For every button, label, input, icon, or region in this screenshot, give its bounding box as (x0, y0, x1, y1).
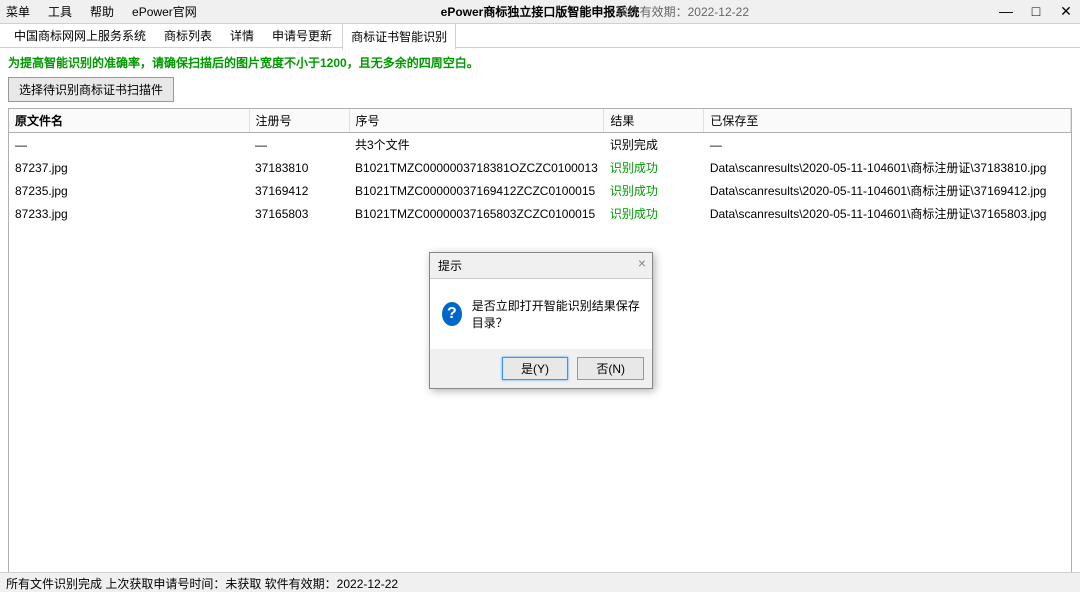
tabbar: 中国商标网网上服务系统 商标列表 详情 申请号更新 商标证书智能识别 (0, 24, 1080, 48)
table-summary-row: — — 共3个文件 识别完成 — (9, 133, 1071, 157)
table-row[interactable]: 87237.jpg 37183810 B1021TMZC000000371838… (9, 156, 1071, 179)
cell: 识别完成 (604, 133, 704, 157)
cell: 共3个文件 (349, 133, 604, 157)
cell-file: 87237.jpg (9, 156, 249, 179)
menu-group: 菜单 工具 帮助 ePower官网 (6, 3, 197, 20)
minimize-button[interactable]: — (996, 3, 1016, 20)
tab-appno-update[interactable]: 申请号更新 (264, 23, 340, 48)
toolbar: 选择待识别商标证书扫描件 (0, 77, 1080, 108)
cell-file: 87235.jpg (9, 179, 249, 202)
dialog-message: 是否立即打开智能识别结果保存目录？ (472, 297, 640, 331)
hint-text: 为提高智能识别的准确率，请确保扫描后的图片宽度不小于1200，且无多余的四周空白… (0, 48, 1080, 77)
menu-caidan[interactable]: 菜单 (6, 3, 30, 20)
cell: — (9, 133, 249, 157)
cell-reg: 37183810 (249, 156, 349, 179)
dialog-title: 提示 (438, 259, 462, 273)
select-files-button[interactable]: 选择待识别商标证书扫描件 (8, 77, 174, 102)
expiry-label: 软件有效期： (616, 5, 688, 19)
app-title: ePower商标独立接口版智能申报系统 (441, 3, 640, 20)
cell: — (249, 133, 349, 157)
cell-save: Data\scanresults\2020-05-11-104601\商标注册证… (704, 202, 1071, 225)
th-filename[interactable]: 原文件名 (9, 109, 249, 133)
dialog-buttons: 是(Y) 否(N) (430, 349, 652, 388)
question-icon: ? (442, 302, 462, 326)
titlebar: 菜单 工具 帮助 ePower官网 ePower商标独立接口版智能申报系统 软件… (0, 0, 1080, 24)
cell-result: 识别成功 (604, 202, 704, 225)
table-header-row: 原文件名 注册号 序号 结果 已保存至 (9, 109, 1071, 133)
expiry-date: 2022-12-22 (688, 5, 749, 19)
cell-reg: 37169412 (249, 179, 349, 202)
cell: — (704, 133, 1071, 157)
tab-detail[interactable]: 详情 (222, 23, 262, 48)
menu-epower[interactable]: ePower官网 (132, 3, 197, 20)
cell-seq: B1021TMZC00000037169412ZCZC0100015 (349, 179, 604, 202)
cell-save: Data\scanresults\2020-05-11-104601\商标注册证… (704, 179, 1071, 202)
dialog-body: ? 是否立即打开智能识别结果保存目录？ (430, 279, 652, 349)
th-regno[interactable]: 注册号 (249, 109, 349, 133)
cell-result: 识别成功 (604, 179, 704, 202)
th-result[interactable]: 结果 (604, 109, 704, 133)
dialog-close-icon[interactable]: × (638, 255, 646, 271)
cell-seq: B1021TMZC0000003718381OZCZC0100013 (349, 156, 604, 179)
tab-cert-ocr[interactable]: 商标证书智能识别 (342, 23, 456, 50)
th-saveto[interactable]: 已保存至 (704, 109, 1071, 133)
dialog-titlebar: 提示 × (430, 253, 652, 279)
cell-save: Data\scanresults\2020-05-11-104601\商标注册证… (704, 156, 1071, 179)
cell-result: 识别成功 (604, 156, 704, 179)
expiry-info: 软件有效期：2022-12-22 (616, 3, 749, 20)
cell-file: 87233.jpg (9, 202, 249, 225)
confirm-dialog: 提示 × ? 是否立即打开智能识别结果保存目录？ 是(Y) 否(N) (429, 252, 653, 389)
window-buttons: — □ ✕ (996, 3, 1076, 20)
results-table: 原文件名 注册号 序号 结果 已保存至 — — 共3个文件 识别完成 — 872… (9, 109, 1071, 225)
cell-reg: 37165803 (249, 202, 349, 225)
cell-seq: B1021TMZC00000037165803ZCZC0100015 (349, 202, 604, 225)
tab-tm-service[interactable]: 中国商标网网上服务系统 (6, 23, 154, 48)
yes-button[interactable]: 是(Y) (502, 357, 568, 380)
menu-bangzhu[interactable]: 帮助 (90, 3, 114, 20)
no-button[interactable]: 否(N) (577, 357, 644, 380)
close-button[interactable]: ✕ (1056, 3, 1076, 20)
table-row[interactable]: 87235.jpg 37169412 B1021TMZC000000371694… (9, 179, 1071, 202)
menu-gongju[interactable]: 工具 (48, 3, 72, 20)
table-row[interactable]: 87233.jpg 37165803 B1021TMZC000000371658… (9, 202, 1071, 225)
tab-tm-list[interactable]: 商标列表 (156, 23, 220, 48)
th-seq[interactable]: 序号 (349, 109, 604, 133)
statusbar: 所有文件识别完成 上次获取申请号时间：未获取 软件有效期：2022-12-22 (0, 572, 1080, 592)
maximize-button[interactable]: □ (1026, 3, 1046, 20)
